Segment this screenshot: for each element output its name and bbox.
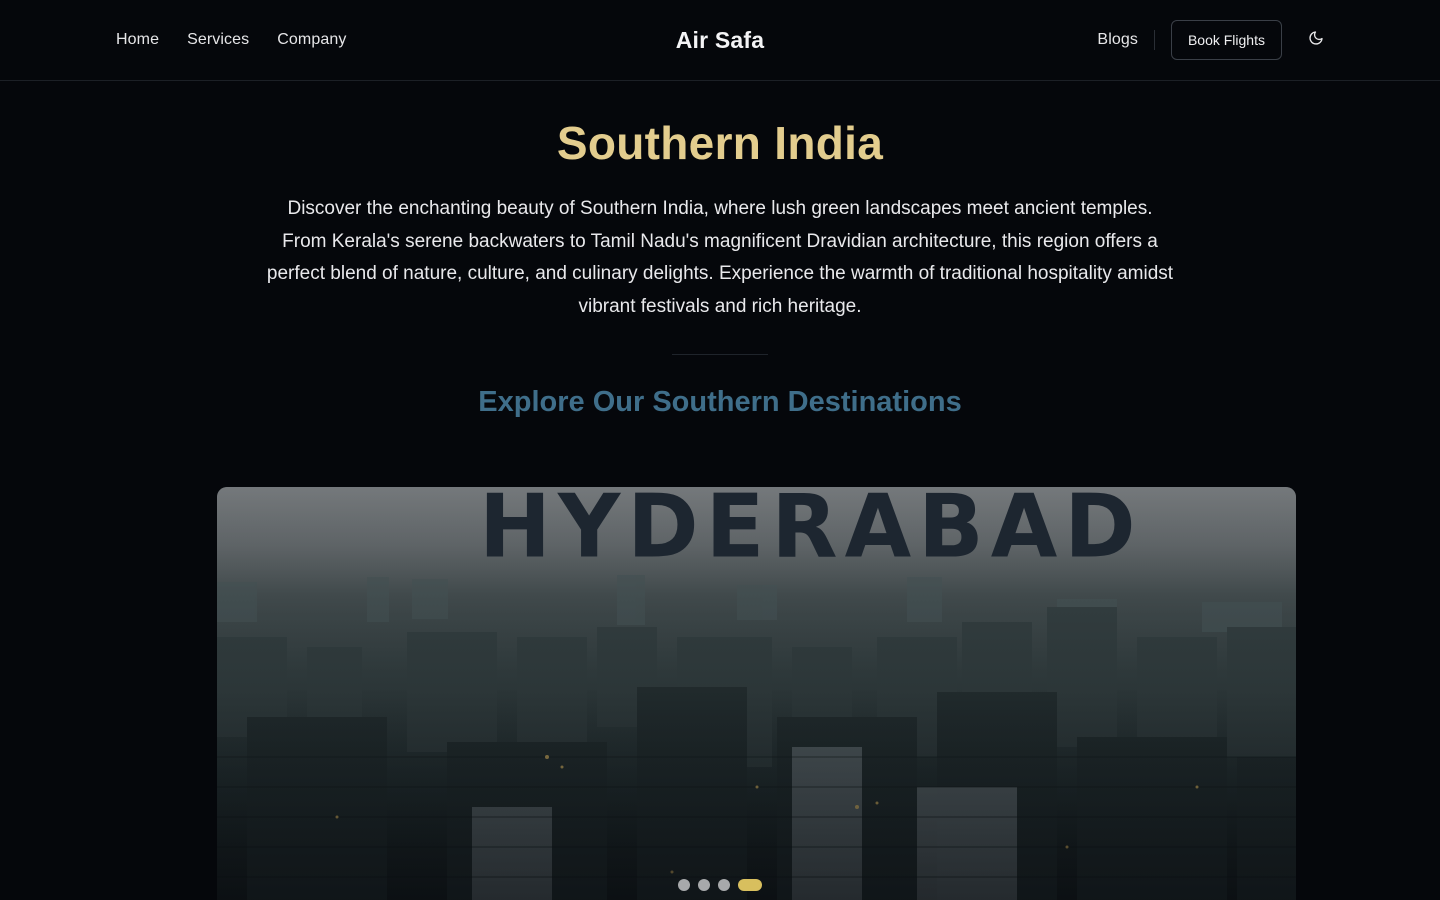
moon-icon <box>1309 31 1323 45</box>
carousel-dot[interactable] <box>678 879 690 891</box>
nav-company-link[interactable]: Company <box>277 31 346 49</box>
site-header: Home Services Company Air Safa Blogs Boo… <box>0 0 1440 81</box>
destinations-heading: Explore Our Southern Destinations <box>478 386 962 418</box>
carousel-dot[interactable] <box>718 879 730 891</box>
nav-home-link[interactable]: Home <box>116 31 159 49</box>
brand-logo-text[interactable]: Air Safa <box>676 27 765 54</box>
carousel-dot-active[interactable] <box>738 879 762 891</box>
page-description: Discover the enchanting beauty of Southe… <box>266 198 1174 317</box>
primary-nav: Home Services Company <box>116 0 346 80</box>
page-title: Southern India <box>556 117 884 169</box>
destination-carousel[interactable]: HYDERABAD <box>217 487 1296 900</box>
carousel-indicators <box>0 879 1440 891</box>
slide-caption: HYDERABAD <box>479 487 1143 578</box>
theme-toggle-button[interactable] <box>1298 20 1334 56</box>
secondary-nav: Blogs Book Flights <box>1097 0 1334 80</box>
nav-divider <box>1153 30 1155 50</box>
nav-services-link[interactable]: Services <box>187 31 249 49</box>
section-divider <box>672 354 768 355</box>
book-flights-button[interactable]: Book Flights <box>1170 20 1282 60</box>
nav-blogs-link[interactable]: Blogs <box>1097 31 1138 49</box>
carousel-dot[interactable] <box>698 879 710 891</box>
